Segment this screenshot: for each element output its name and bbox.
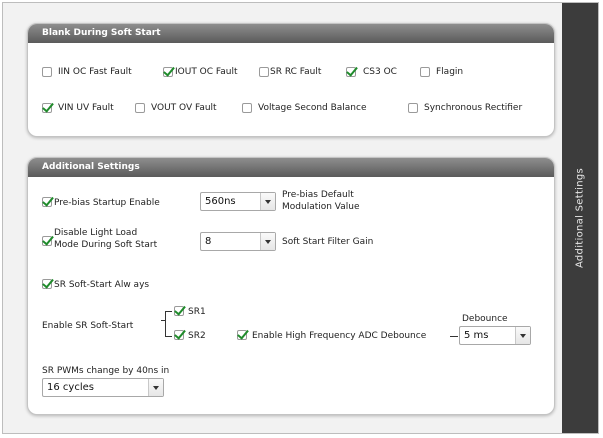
sr-rc-fault-checkbox[interactable]	[259, 67, 269, 77]
prebias-startup-checkbox[interactable]	[42, 197, 52, 207]
panel-title: Additional Settings	[42, 162, 140, 172]
additional-settings-panel: Additional Settings Pre-bias Startup Ena…	[27, 157, 555, 415]
cs3-oc-label: CS3 OC	[363, 67, 397, 77]
disable-light-load-label-line1: Disable Light Load	[54, 228, 138, 238]
voltage-second-balance-label: Voltage Second Balance	[258, 103, 367, 113]
blank-during-soft-start-panel: Blank During Soft Start IIN OC Fast Faul…	[27, 23, 555, 137]
sr2-checkbox[interactable]	[174, 330, 184, 340]
select-value: 16 cycles	[47, 382, 94, 393]
prebias-modulation-select[interactable]: 560ns	[200, 192, 276, 211]
select-value: 8	[205, 236, 212, 247]
soft-start-filter-gain-select[interactable]: 8	[200, 232, 276, 251]
sr-pwm-cycles-select[interactable]: 16 cycles	[42, 378, 164, 397]
synchronous-rectifier-checkbox[interactable]	[408, 103, 418, 113]
sidebar-tab-additional-settings[interactable]: Additional Settings	[562, 3, 598, 433]
bracket	[165, 311, 172, 337]
disable-light-load-label-line2: Mode During Soft Start	[54, 240, 158, 250]
adc-debounce-checkbox[interactable]	[237, 330, 247, 340]
sr-rc-fault-label: SR RC Fault	[270, 67, 322, 77]
chevron-down-icon	[515, 327, 530, 344]
connector-line	[450, 336, 458, 337]
prebias-caption-line2: Modulation Value	[282, 202, 360, 212]
vin-uv-fault-label: VIN UV Fault	[58, 103, 114, 113]
disable-light-load-checkbox[interactable]	[42, 236, 52, 246]
bracket-stem	[161, 320, 165, 321]
sr2-label: SR2	[188, 331, 206, 341]
sr1-checkbox[interactable]	[174, 306, 184, 316]
iin-oc-fast-fault-checkbox[interactable]	[42, 67, 52, 77]
prebias-startup-label: Pre-bias Startup Enable	[54, 198, 160, 208]
panel-header: Additional Settings	[28, 158, 554, 177]
sr-pwm-label: SR PWMs change by 40ns in	[42, 366, 170, 376]
vout-ov-fault-checkbox[interactable]	[135, 103, 145, 113]
synchronous-rectifier-label: Synchronous Rectifier	[424, 103, 523, 113]
adc-debounce-label: Enable High Frequency ADC Debounce	[252, 331, 427, 341]
soft-start-filter-gain-label: Soft Start Filter Gain	[282, 237, 374, 247]
prebias-caption-line1: Pre-bias Default	[282, 190, 354, 200]
voltage-second-balance-checkbox[interactable]	[242, 103, 252, 113]
iout-oc-fault-label: IOUT OC Fault	[175, 67, 238, 77]
iout-oc-fault-checkbox[interactable]	[163, 67, 173, 77]
settings-window: Blank During Soft Start IIN OC Fast Faul…	[2, 2, 599, 434]
cs3-oc-checkbox[interactable]	[346, 67, 356, 77]
iin-oc-fast-fault-label: IIN OC Fast Fault	[58, 67, 132, 77]
sr-soft-start-always-label: SR Soft-Start Alw ays	[54, 280, 150, 290]
debounce-caption: Debounce	[462, 314, 508, 324]
select-value: 560ns	[205, 196, 236, 207]
sr1-label: SR1	[188, 307, 206, 317]
flagin-checkbox[interactable]	[420, 67, 430, 77]
chevron-down-icon	[148, 379, 163, 396]
enable-sr-soft-start-label: Enable SR Soft-Start	[42, 321, 134, 331]
select-value: 5 ms	[464, 330, 489, 341]
main-area: Blank During Soft Start IIN OC Fast Faul…	[3, 3, 563, 433]
sr-soft-start-always-checkbox[interactable]	[42, 279, 52, 289]
panel-header: Blank During Soft Start	[28, 24, 554, 43]
sidebar-label: Additional Settings	[574, 167, 586, 269]
chevron-down-icon	[260, 193, 275, 210]
flagin-label: Flagin	[436, 67, 464, 77]
panel-title: Blank During Soft Start	[42, 28, 161, 38]
debounce-select[interactable]: 5 ms	[459, 326, 531, 345]
vin-uv-fault-checkbox[interactable]	[42, 103, 52, 113]
chevron-down-icon	[260, 233, 275, 250]
vout-ov-fault-label: VOUT OV Fault	[151, 103, 217, 113]
